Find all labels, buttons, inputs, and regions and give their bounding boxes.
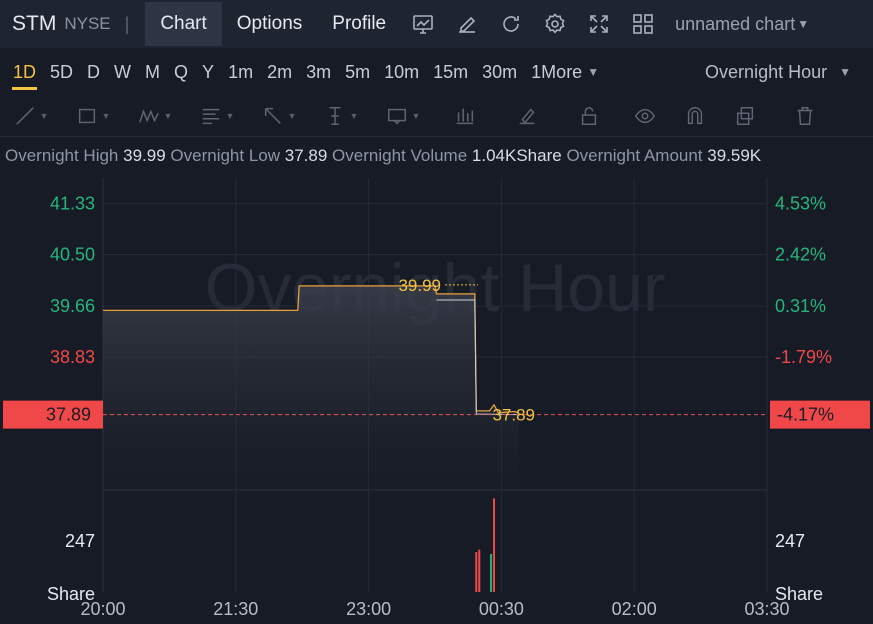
volume-bar [490,553,493,592]
x-tick-label: 02:00 [612,599,657,619]
volume-bar [493,498,496,592]
x-tick-label: 23:00 [346,599,391,619]
high-marker-label: 39.99 [398,276,441,295]
low-marker-label: 37.89 [492,406,535,425]
x-tick-label: 21:30 [213,599,258,619]
percent-tick-label: 0.31% [775,296,826,316]
volume-bar [475,552,478,592]
price-tick-label: 41.33 [50,194,95,214]
price-area [103,285,520,490]
percent-tick-label: 2.42% [775,245,826,265]
percent-tick-label: 4.53% [775,194,826,214]
volume-unit-label: Share [47,584,95,604]
current-percent-value: -4.17% [777,405,834,425]
percent-tick-label: -1.79% [775,347,832,367]
price-area-fill [103,285,520,490]
price-tick-label: 40.50 [50,245,95,265]
price-tick-label: 38.83 [50,347,95,367]
volume-tick-label-right: 247 [775,531,805,551]
price-chart[interactable]: Overnight Hour 39.9937.89 20:0021:3023:0… [0,0,873,624]
volume-bars [475,498,496,592]
price-tick-label: 39.66 [50,296,95,316]
volume-bar [478,549,481,592]
volume-tick-label: 247 [65,531,95,551]
current-price-value: 37.89 [46,405,91,425]
volume-unit-label-right: Share [775,584,823,604]
x-tick-label: 00:30 [479,599,524,619]
